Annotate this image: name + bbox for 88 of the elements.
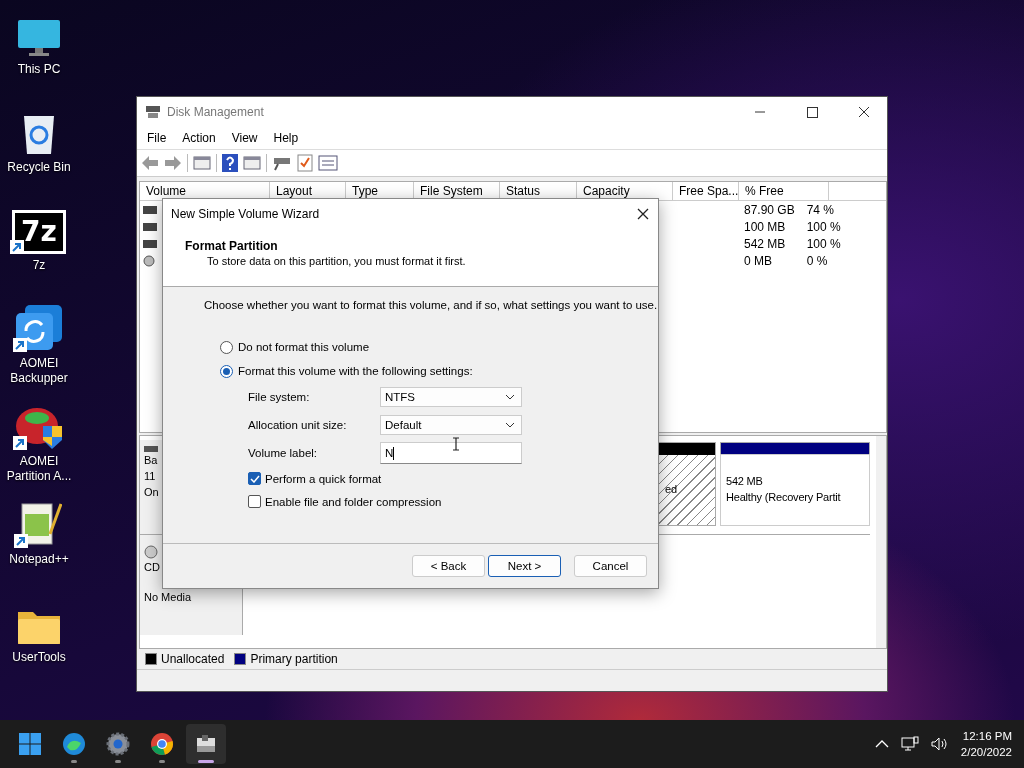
legend-label: Primary partition (250, 652, 338, 666)
dropdown[interactable]: Default (380, 415, 522, 435)
table-cell-text: 0 % (805, 253, 829, 268)
forward-arrow-icon[interactable] (164, 155, 182, 171)
dialog-button[interactable]: Cancel (574, 555, 647, 577)
help-icon[interactable] (222, 154, 238, 172)
table-cell-text: 87.90 GB (743, 202, 796, 217)
menu-item[interactable]: View (223, 131, 266, 145)
dialog-title: New Simple Volume Wizard (171, 207, 320, 221)
table-cell-text: 100 % (805, 236, 842, 251)
volume-icon[interactable] (930, 736, 949, 752)
table-cell-text: 100 % (805, 219, 842, 234)
checkbox[interactable] (248, 472, 261, 485)
back-arrow-icon[interactable] (141, 155, 159, 171)
dialog-button[interactable]: < Back (412, 555, 485, 577)
radio-button[interactable] (220, 340, 233, 354)
desktop-icon-label[interactable]: UserTools (1, 650, 77, 665)
disk-drive-icon (145, 105, 161, 119)
windows-logo-icon[interactable] (18, 732, 42, 756)
disk-info-text: Ba (144, 453, 159, 468)
drive-icon (143, 239, 157, 248)
drive-icon (143, 205, 157, 214)
drive-icon (144, 446, 158, 452)
disc-icon (144, 545, 158, 559)
desktop-icon-label[interactable]: Notepad++ (1, 552, 77, 567)
drive-icon[interactable] (272, 155, 292, 171)
disk-info-text: No Media (144, 590, 193, 605)
desktop-icon-label[interactable]: This PC (1, 62, 77, 77)
monitor-icon[interactable] (17, 18, 61, 58)
menu-item[interactable]: Action (174, 131, 224, 145)
browser-icon[interactable] (150, 732, 174, 756)
disk-info-text: On (144, 485, 160, 500)
disc-icon (143, 254, 155, 267)
clock-date[interactable]: 2/20/2022 (960, 744, 1012, 760)
field-label: File system: (248, 391, 311, 403)
desktop-icon-label[interactable]: AOMEI Backupper (1, 356, 77, 386)
partition-color-bar (659, 443, 715, 455)
desktop-icon-label[interactable]: 7z (1, 258, 77, 273)
drive-icon (143, 222, 157, 231)
close-icon[interactable] (637, 208, 649, 220)
partition-text: ed (665, 482, 679, 497)
partition-text: 542 MB (726, 474, 764, 489)
menu-item[interactable]: Help (265, 131, 307, 145)
scrollbar[interactable] (876, 436, 886, 648)
table-cell-text: 74 % (805, 202, 836, 217)
browser-icon[interactable] (62, 732, 86, 756)
partition-block[interactable]: ed (658, 442, 716, 526)
wizard-subheading: To store data on this partition, you must format it first. (207, 255, 467, 267)
partition-block[interactable]: 542 MB Healthy (Recovery Partit (720, 442, 870, 526)
sync-app-icon[interactable] (15, 304, 63, 352)
panel-icon[interactable] (243, 155, 261, 171)
text-cursor-icon (452, 437, 460, 451)
dropdown[interactable]: NTFS (380, 387, 522, 407)
disk-info-text: 11 (144, 469, 157, 484)
checkbox-label[interactable]: Enable file and folder compression (265, 495, 442, 508)
dialog-button[interactable]: Next > (488, 555, 561, 577)
wizard-heading: Format Partition (185, 239, 279, 253)
partition-text: Healthy (Recovery Partit (726, 490, 842, 505)
table-cell-text: 100 MB (743, 219, 787, 234)
desktop-icon-label[interactable]: AOMEI Partition A... (1, 454, 77, 484)
taskbar-app-button[interactable] (186, 724, 226, 764)
column-header[interactable]: Free Spa... (673, 182, 739, 200)
radio-label[interactable]: Format this volume with the following settings: (238, 365, 473, 377)
field-label: Allocation unit size: (248, 419, 348, 431)
window-title: Disk Management (167, 105, 264, 119)
input-field[interactable]: N (380, 442, 522, 464)
checklist-icon[interactable] (297, 154, 313, 172)
checkbox[interactable] (248, 495, 261, 508)
field-label: Volume label: (248, 447, 319, 459)
clock-time[interactable]: 12:16 PM (962, 728, 1012, 744)
chevron-down-icon[interactable] (505, 394, 515, 400)
chevron-up-icon[interactable] (874, 740, 889, 748)
instruction-text: Choose whether you want to format this volume, and if so, what settings you want to use. (204, 299, 658, 311)
radio-label[interactable]: Do not format this volume (238, 341, 370, 353)
column-header[interactable]: % Free (739, 182, 829, 200)
checkbox-label[interactable]: Perform a quick format (265, 472, 382, 485)
radio-button[interactable] (220, 364, 233, 378)
disk-info-text: CD (144, 560, 161, 575)
archive-app-icon[interactable]: 7z (12, 210, 66, 254)
gear-icon[interactable] (106, 732, 130, 756)
network-icon[interactable] (900, 736, 919, 752)
menu-item[interactable]: File (139, 131, 175, 145)
table-cell-text: 0 MB (743, 253, 773, 268)
table-cell-text: 542 MB (743, 236, 787, 251)
desktop-icon-label[interactable]: Recycle Bin (1, 160, 77, 175)
chevron-down-icon[interactable] (505, 422, 515, 428)
legend-label: Unallocated (161, 652, 225, 666)
panel-icon[interactable] (193, 155, 211, 171)
